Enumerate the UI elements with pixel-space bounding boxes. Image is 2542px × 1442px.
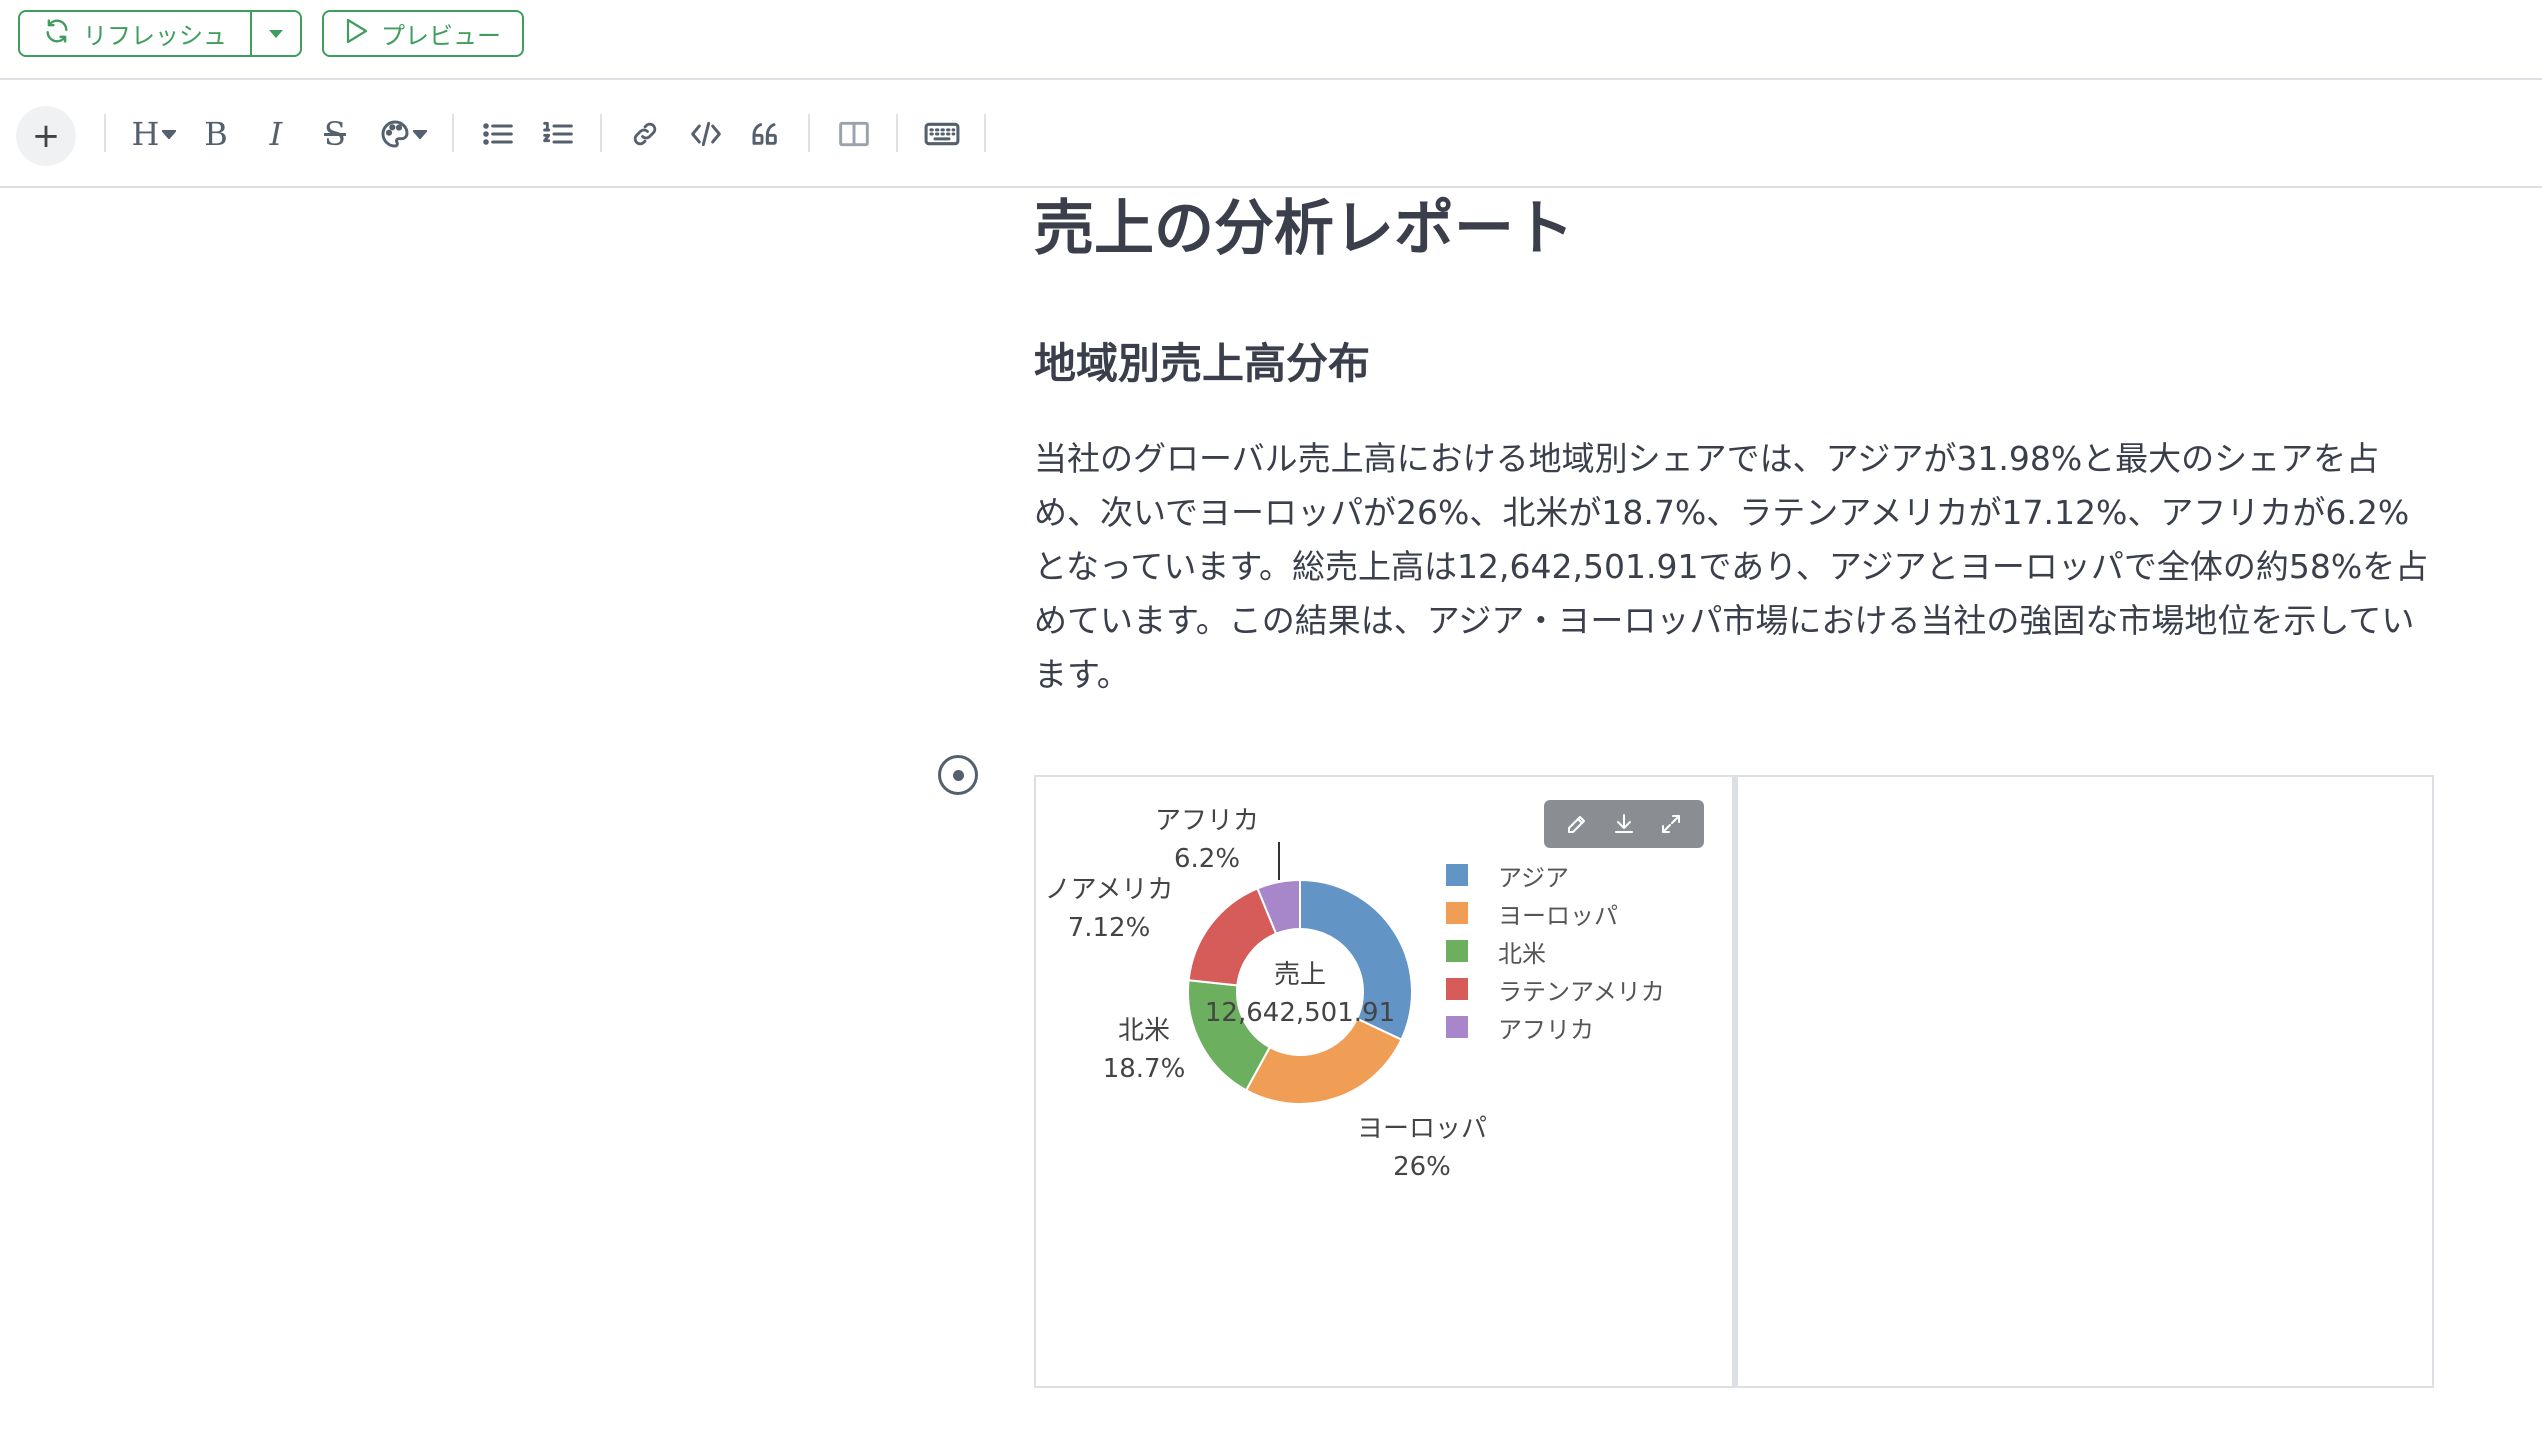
caret-down-icon — [162, 129, 177, 139]
section-heading: 地域別売上高分布 — [1034, 339, 1371, 388]
page-title: 売上の分析レポート — [1034, 194, 1574, 264]
legend-item[interactable]: アフリカ — [1446, 1008, 1665, 1046]
legend-item[interactable]: 北米 — [1446, 932, 1665, 970]
bold-button[interactable]: B — [200, 110, 232, 158]
legend-item[interactable]: ラテンアメリカ — [1446, 970, 1665, 1008]
slice-label-value: 26% — [1393, 1152, 1451, 1182]
refresh-split-button: リフレッシュ — [18, 10, 302, 57]
bullet-list-button[interactable] — [480, 110, 516, 158]
strikethrough-button[interactable]: S — [318, 110, 352, 158]
legend-swatch — [1446, 978, 1468, 1000]
text-color-button[interactable] — [376, 110, 430, 158]
keyboard-shortcuts-button[interactable] — [922, 110, 962, 158]
leader-line — [1278, 842, 1280, 880]
legend-item[interactable]: アジア — [1446, 856, 1665, 894]
expand-icon[interactable] — [1659, 812, 1683, 836]
keyboard-icon — [924, 120, 960, 148]
center-value: 12,642,501.91 — [1205, 998, 1395, 1028]
toolbar-divider — [808, 114, 810, 152]
toolbar-divider — [600, 114, 602, 152]
link-icon — [630, 119, 660, 149]
preview-label: プレビュー — [381, 22, 501, 50]
quote-button[interactable] — [748, 110, 784, 158]
slice-label-name: ノアメリカ — [1045, 875, 1174, 905]
italic-icon: I — [269, 115, 283, 153]
legend-item[interactable]: ヨーロッパ — [1446, 894, 1665, 932]
toolbar-divider — [104, 114, 106, 152]
heading-button[interactable]: H — [128, 110, 180, 158]
slice-label-value: 6.2% — [1174, 844, 1240, 874]
insert-block-button[interactable]: + — [16, 106, 76, 166]
legend-label: 北米 — [1498, 939, 1546, 968]
strikethrough-icon: S — [324, 115, 346, 153]
legend-swatch — [1446, 940, 1468, 962]
slice-label-value: 18.7% — [1103, 1054, 1186, 1084]
legend-swatch — [1446, 1016, 1468, 1038]
slice-label-name: ヨーロッパ — [1357, 1114, 1487, 1144]
center-label: 売上 — [1274, 960, 1326, 990]
slice-label-name: アフリカ — [1155, 806, 1259, 836]
heading-icon: H — [131, 115, 160, 153]
preview-button[interactable]: プレビュー — [322, 10, 524, 57]
legend-label: アフリカ — [1498, 1015, 1594, 1044]
caret-down-icon — [268, 24, 284, 43]
caret-down-icon — [413, 129, 427, 139]
legend-swatch — [1446, 864, 1468, 886]
toolbar-divider — [452, 114, 454, 152]
numbered-list-icon — [542, 120, 574, 148]
empty-panel[interactable] — [1734, 775, 2434, 1388]
body-paragraph: 当社のグローバル売上高における地域別シェアでは、アジアが31.98%と最大のシェ… — [1034, 439, 2429, 694]
code-button[interactable] — [688, 110, 724, 158]
bullet-list-icon — [482, 120, 514, 148]
link-button[interactable] — [628, 110, 662, 158]
play-icon — [345, 18, 369, 50]
refresh-icon — [43, 17, 71, 51]
bold-icon: B — [204, 115, 228, 153]
top-bar: リフレッシュ プレビュー — [0, 0, 2542, 80]
download-icon[interactable] — [1612, 812, 1636, 836]
legend-label: アジア — [1498, 863, 1570, 892]
refresh-button[interactable]: リフレッシュ — [20, 12, 252, 55]
columns-button[interactable] — [836, 110, 872, 158]
numbered-list-button[interactable] — [540, 110, 576, 158]
code-icon — [690, 120, 722, 148]
columns-icon — [838, 120, 870, 148]
italic-button[interactable]: I — [260, 110, 292, 158]
editor-toolbar: + H B I S — [0, 80, 2542, 188]
plus-icon: + — [31, 116, 61, 156]
refresh-dropdown-button[interactable] — [252, 12, 300, 55]
cell-handle-icon[interactable] — [938, 755, 978, 795]
legend-label: ヨーロッパ — [1498, 901, 1618, 930]
legend-swatch — [1446, 902, 1468, 924]
chart-legend: アジアヨーロッパ北米ラテンアメリカ アフリカ — [1446, 856, 1665, 1046]
chart-actions-bar — [1544, 800, 1704, 848]
refresh-label: リフレッシュ — [83, 22, 227, 50]
palette-icon — [379, 118, 411, 150]
edit-icon[interactable] — [1565, 812, 1589, 836]
slice-label-value: 7.12% — [1068, 913, 1151, 943]
pie-slice[interactable] — [1244, 1017, 1403, 1105]
toolbar-divider — [984, 114, 986, 152]
toolbar-divider — [896, 114, 898, 152]
slice-label-name: 北米 — [1118, 1016, 1170, 1046]
quote-icon — [750, 120, 782, 148]
legend-label: ラテンアメリカ — [1498, 977, 1665, 1006]
